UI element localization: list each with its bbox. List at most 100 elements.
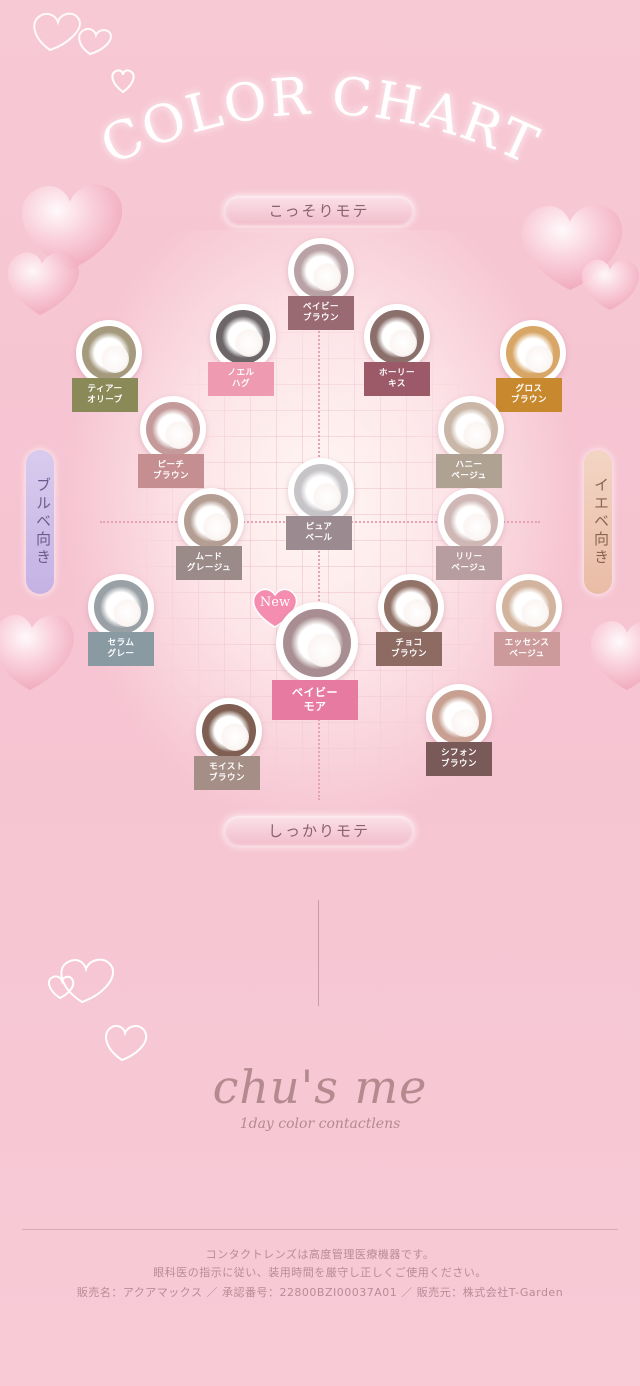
lens-center: [389, 329, 417, 357]
axis-left-label: ブルベ向き: [26, 450, 54, 594]
lens-label-line1: ホーリー: [378, 368, 415, 378]
lens-label-line2: ベール: [305, 533, 333, 543]
lens-center: [463, 513, 491, 541]
brand-logo: chu's me 1day color contactlens: [0, 1060, 640, 1132]
lens-label: ホーリー キス: [364, 362, 430, 396]
lens-label-line1: チョコ: [395, 638, 423, 648]
lens-image: [88, 574, 154, 640]
lens-image: [378, 574, 444, 640]
lens-label-line1: リリー: [455, 552, 483, 562]
lens-center: [101, 345, 129, 373]
lens-label-line2: ベージュ: [509, 649, 545, 659]
lens-label: ノエル ハグ: [208, 362, 274, 396]
lens-image: [500, 320, 566, 386]
lens-image: [438, 488, 504, 554]
lens-label: モイスト ブラウン: [194, 756, 260, 790]
lens-label-line1: ピーチ: [157, 460, 185, 470]
lens-label-line2: キス: [388, 379, 406, 389]
lens-center: [307, 633, 341, 667]
lens-image: [178, 488, 244, 554]
lens-center: [525, 345, 553, 373]
lens-center: [313, 263, 341, 291]
lens-iris: [202, 704, 256, 758]
lens-image: [288, 238, 354, 304]
lens-iris: [82, 326, 136, 380]
lens-label-line1: ベイビー: [292, 686, 338, 699]
lens-iris: [444, 402, 498, 456]
lens-iris: [294, 244, 348, 298]
lens-label-line1: ハニー: [455, 460, 483, 470]
lens-label-line1: ピュア: [305, 522, 333, 532]
lens-label-line1: ノエル: [227, 368, 255, 378]
lens-iris: [146, 402, 200, 456]
lens-iris: [184, 494, 238, 548]
lens-image: [438, 396, 504, 462]
lens-image: [76, 320, 142, 386]
title-text: COLOR CHART: [92, 67, 546, 177]
lens-label: ベイビー モア: [272, 680, 358, 720]
lens-center: [521, 599, 549, 627]
lens-label-line1: モイスト: [209, 762, 245, 772]
lens-center: [165, 421, 193, 449]
lens-label-line2: グレー: [107, 649, 135, 659]
lens-iris: [283, 609, 351, 677]
lens-label: リリー ベージュ: [436, 546, 502, 580]
heart-3d-icon: [590, 621, 640, 690]
brand-logo-text: chu's me: [212, 1060, 428, 1114]
lens-label-line2: グレージュ: [186, 563, 232, 573]
lens-label-line1: セラム: [107, 638, 135, 648]
lens-image: [276, 602, 358, 684]
lens-image: [196, 698, 262, 764]
footer-line-1: コンタクトレンズは高度管理医療機器です。: [205, 1248, 435, 1261]
lens-label-line2: ブラウン: [390, 649, 427, 659]
lens-label-line2: ブラウン: [208, 773, 245, 783]
lens-label: ベイビー ブラウン: [288, 296, 354, 330]
lens-label-line2: ブラウン: [302, 313, 339, 323]
lens-label-line1: エッセンス: [504, 638, 550, 648]
lens-label: ティアー オリーブ: [72, 378, 138, 412]
lens-label: セラム グレー: [88, 632, 154, 666]
lens-label: チョコ ブラウン: [376, 632, 442, 666]
lens-iris: [502, 580, 556, 634]
page-title: COLOR CHART: [92, 67, 546, 177]
axis-bottom-label: しっかりモテ: [224, 816, 414, 846]
lens-label: ムード グレージュ: [176, 546, 242, 580]
vertical-divider: [318, 900, 319, 1006]
color-chart-page: COLOR CHART こっそりモテ しっかりモテ ブルベ向き イエベ向き Ne…: [0, 0, 640, 1386]
lens-label: ピュア ベール: [286, 516, 352, 550]
lens-center: [451, 709, 479, 737]
lens-iris: [216, 310, 270, 364]
lens-label-line2: モア: [303, 700, 327, 713]
axis-top-label: こっそりモテ: [224, 196, 414, 226]
lens-iris: [432, 690, 486, 744]
lens-label-line2: ハグ: [231, 379, 250, 389]
lens-label-line1: ティアー: [87, 384, 123, 394]
lens-center: [113, 599, 141, 627]
lens-label-line2: ベージュ: [451, 563, 487, 573]
new-badge: New: [259, 595, 291, 610]
lens-label: シフォン ブラウン: [426, 742, 492, 776]
lens-center: [313, 483, 341, 511]
lens-center: [463, 421, 491, 449]
lens-image: [426, 684, 492, 750]
footer-line-2: 眼科医の指示に従い、装用時間を厳守し正しくご使用ください。: [153, 1266, 487, 1279]
lens-iris: [444, 494, 498, 548]
lens-label-line2: ブラウン: [510, 395, 547, 405]
heart-outline-icon: [47, 958, 148, 1062]
lens-center: [203, 513, 231, 541]
lens-iris: [384, 580, 438, 634]
lens-iris: [370, 310, 424, 364]
lens-image: [210, 304, 276, 370]
lens-image: [288, 458, 354, 524]
brand-tagline: 1day color contactlens: [239, 1116, 401, 1132]
lens-iris: [506, 326, 560, 380]
lens-image: [140, 396, 206, 462]
lens-image: [496, 574, 562, 640]
lens-label-line2: ベージュ: [451, 471, 487, 481]
lens-label: ピーチ ブラウン: [138, 454, 204, 488]
lens-center: [403, 599, 431, 627]
lens-label-line2: ブラウン: [152, 471, 189, 481]
lens-label: ハニー ベージュ: [436, 454, 502, 488]
axis-vertical: [318, 300, 320, 800]
footer-divider: [22, 1229, 618, 1230]
